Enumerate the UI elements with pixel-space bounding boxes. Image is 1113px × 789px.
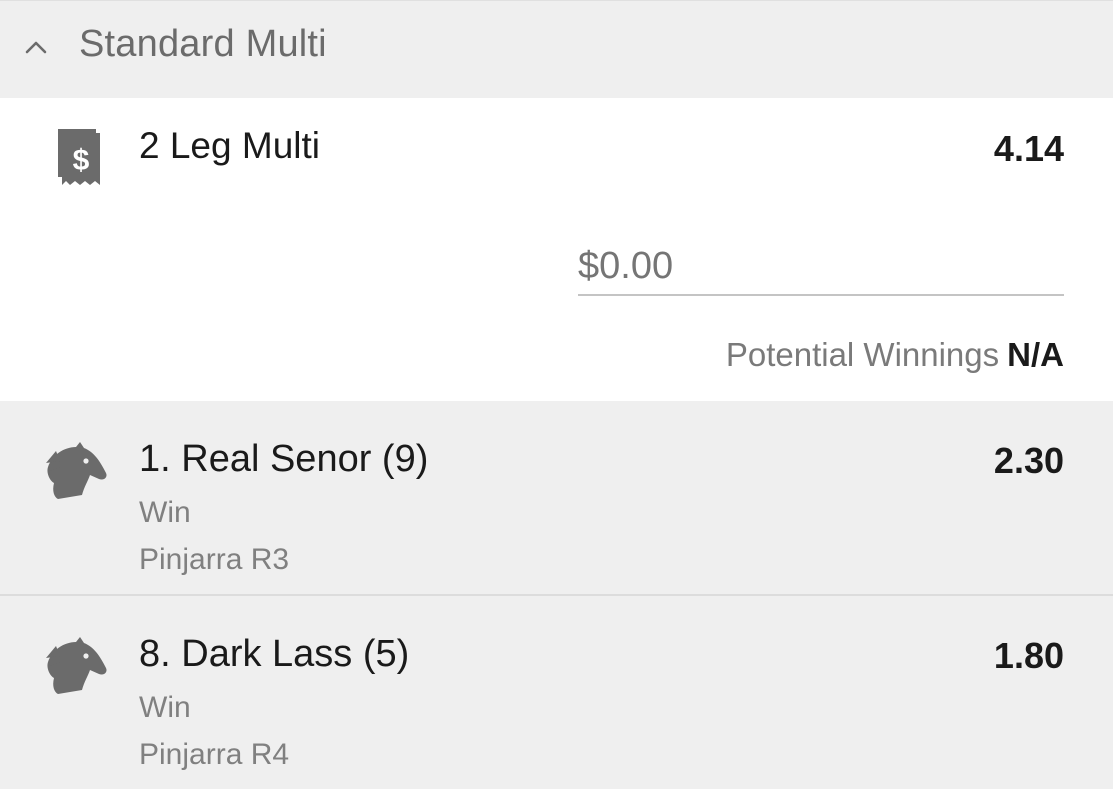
horse-head-icon [46, 442, 107, 499]
race-track: Pinjarra R3 [139, 543, 290, 576]
receipt-dollar-icon: $ [58, 129, 100, 185]
horse-head-icon [46, 637, 107, 694]
potential-winnings: Potential Winnings N/A [726, 336, 1064, 374]
potential-winnings-label: Potential Winnings [725, 336, 1000, 373]
bet-type: Win [139, 691, 191, 724]
svg-text:$: $ [73, 144, 90, 177]
multi-bet-card: $ 2 Leg Multi 4.14 Potential WinningsN/A [0, 98, 1113, 401]
chevron-up-icon[interactable] [22, 33, 50, 61]
potential-winnings-value: N/A [1007, 336, 1064, 373]
leg-item[interactable]: 8. Dark Lass (5) 1.80 Win Pinjarra R4 [0, 596, 1113, 789]
runner-odds: 2.30 [993, 440, 1064, 481]
runner-name: 1. Real Senor (9) [139, 438, 429, 480]
race-track: Pinjarra R4 [139, 738, 290, 771]
runner-odds: 1.80 [993, 635, 1064, 676]
multi-title: 2 Leg Multi [139, 125, 320, 166]
stake-input[interactable] [578, 238, 1064, 296]
runner-name: 8. Dark Lass (5) [139, 633, 410, 675]
leg-item[interactable]: 1. Real Senor (9) 2.30 Win Pinjarra R3 [0, 401, 1113, 596]
section-title: Standard Multi [79, 23, 327, 65]
section-header[interactable]: Standard Multi [0, 0, 1113, 98]
bet-type: Win [139, 496, 191, 529]
multi-odds: 4.14 [993, 128, 1064, 169]
